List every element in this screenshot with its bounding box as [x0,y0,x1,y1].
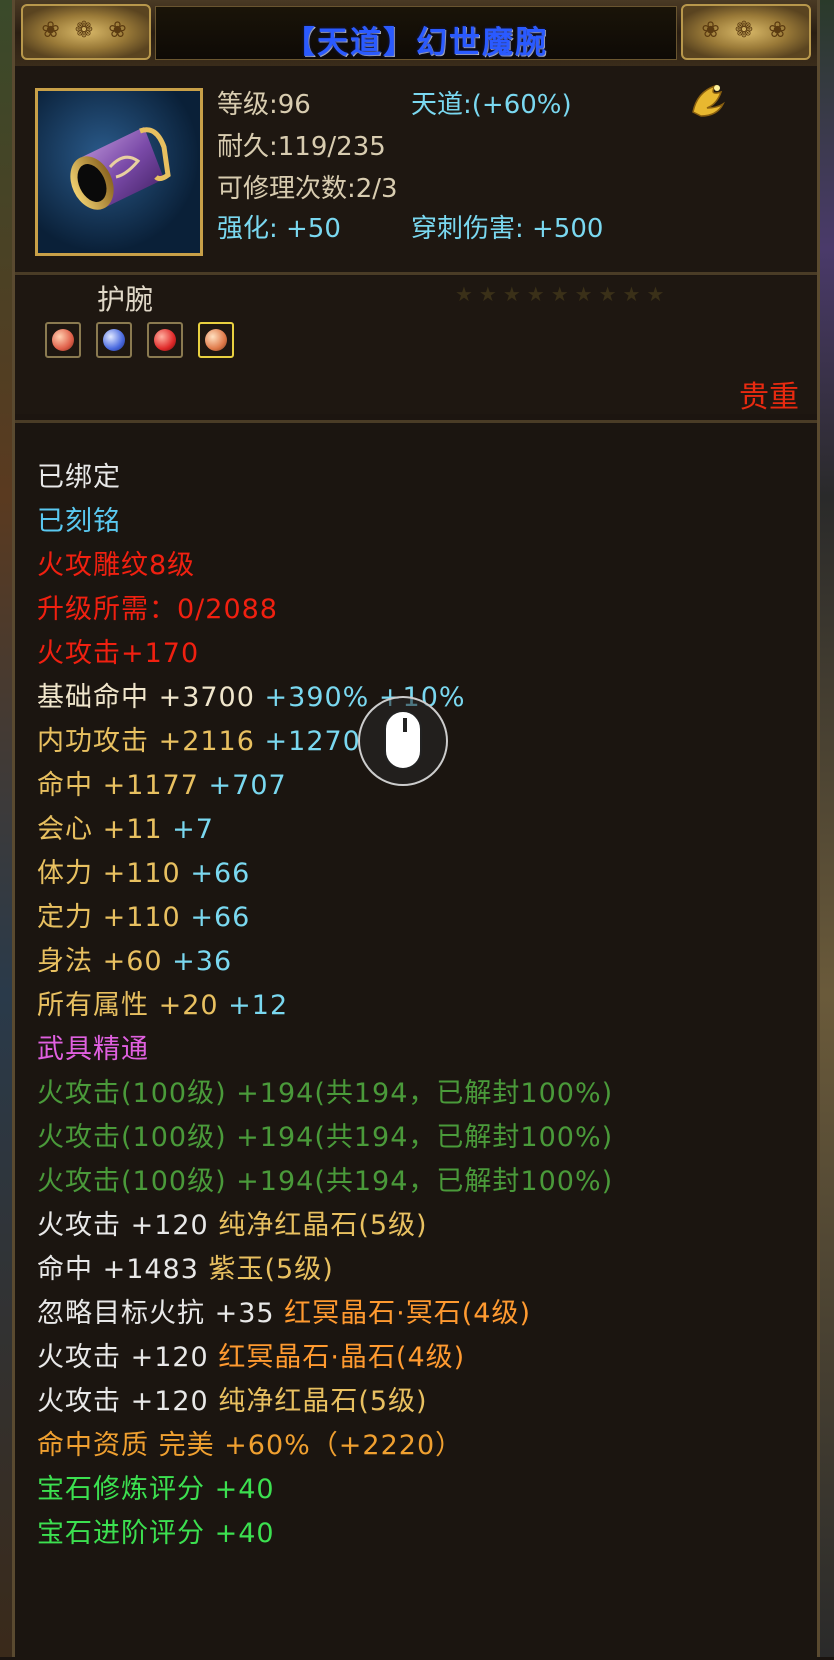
precious-tag: 贵重 [739,380,799,415]
wristguard-icon [70,127,171,210]
crit-bonus: +7 [172,814,214,845]
all-attributes: 所有属性 +20 [37,990,219,1021]
gem-1-stat: 火攻击 +120 [37,1210,209,1241]
item-type-section: 护腕 ★★★★★★★★★ 贵重 [15,276,817,415]
durability: 耐久:119/235 [217,132,386,162]
item-icon-frame[interactable] [35,88,203,256]
tooltip-title-bar: 【天道】幻世魔腕 [15,0,817,68]
pierce-damage: 穿刺伤害: +500 [411,214,604,244]
tiandao-bonus: 天道:(+60%) [411,90,572,120]
gem-slots [45,322,244,362]
inner-attack-bonus: +1270 [264,726,361,757]
gem-3-stat: 忽略目标火抗 +35 [37,1298,275,1329]
mouse-cursor-icon [358,696,448,786]
star-rating: ★★★★★★★★★ [455,282,671,306]
focus: 定力 +110 [37,902,181,933]
title-frame: 【天道】幻世魔腕 [155,6,677,62]
engraved-status: 已刻铭 [37,506,121,537]
header-divider [15,272,817,275]
all-attributes-row: 所有属性 +20 +12 [37,983,288,1022]
item-level: 等级:96 [217,90,311,120]
stamina-bonus: +66 [190,858,251,889]
gold-emblem-icon [692,84,725,117]
stamina: 体力 +110 [37,858,181,889]
gem-line-5: 火攻击 +120 纯净红晶石(5级) [37,1379,428,1418]
item-name: 幻世魔腕 [416,25,548,61]
focus-row: 定力 +110 +66 [37,895,250,934]
tattoo-fire-attack: 火攻击+170 [37,638,200,669]
gem-5-stat: 火攻击 +120 [37,1386,209,1417]
gem-line-3: 忽略目标火抗 +35 红冥晶石·冥石(4级) [37,1291,531,1330]
hit-row: 命中 +1177 +707 [37,763,287,802]
stamina-row: 体力 +110 +66 [37,851,250,890]
item-header: 等级:96 天道:(+60%) 耐久:119/235 可修理次数:2/3 强化:… [15,66,817,274]
inner-attack: 内功攻击 +2116 [37,726,255,757]
agility-bonus: +36 [172,946,233,977]
gem-slot-2[interactable] [96,322,133,358]
enhance-level: 强化: +50 [217,214,341,244]
gem-advance-score: 宝石进阶评分 +40 [37,1518,275,1549]
agility: 身法 +60 [37,946,163,977]
gem-slot-3[interactable] [147,322,184,358]
gem-slot-1[interactable] [45,322,81,358]
focus-bonus: +66 [190,902,251,933]
repair-count: 可修理次数:2/3 [217,174,398,204]
inner-attack-row: 内功攻击 +2116 +1270 [37,719,361,758]
item-type: 护腕 [97,283,154,316]
agility-row: 身法 +60 +36 [37,939,232,978]
upgrade-requirement: 升级所需：0/2088 [37,594,278,625]
fire-tattoo-level: 火攻雕纹8级 [37,550,196,581]
gem-4-name: 红冥晶石·晶石(4级) [218,1342,466,1373]
weapon-mastery-header: 武具精通 [37,1034,149,1065]
gem-1-name: 纯净红晶石(5级) [218,1210,428,1241]
base-hit-bonus: +390% +10% [264,682,466,713]
crit: 会心 +11 [37,814,163,845]
title-ornament-left [21,4,151,60]
all-attributes-bonus: +12 [228,990,289,1021]
hit-aptitude: 命中资质 完美 +60%（+2220） [37,1430,464,1461]
hit: 命中 +1177 [37,770,199,801]
gem-refine-score: 宝石修炼评分 +40 [37,1474,275,1505]
gem-line-4: 火攻击 +120 红冥晶石·晶石(4级) [37,1335,465,1374]
base-hit: 基础命中 +3700 [37,682,255,713]
mastery-line-1: 火攻击(100级) +194(共194，已解封100%) [37,1078,614,1109]
gem-3-name: 红冥晶石·冥石(4级) [284,1298,531,1329]
gem-line-1: 火攻击 +120 纯净红晶石(5级) [37,1203,428,1242]
gem-4-stat: 火攻击 +120 [37,1342,209,1373]
item-tooltip: 【天道】幻世魔腕 等级:96 [12,0,820,1660]
mastery-line-2: 火攻击(100级) +194(共194，已解封100%) [37,1122,614,1153]
gem-slot-4[interactable] [198,322,235,358]
title-ornament-right [681,4,811,60]
item-grade: 【天道】 [284,25,416,61]
attribute-list: 已绑定 已刻铭 火攻雕纹8级 升级所需：0/2088 火攻击+170 基础命中 … [15,420,817,1660]
mastery-line-3: 火攻击(100级) +194(共194，已解封100%) [37,1166,614,1197]
bound-status: 已绑定 [37,462,121,493]
gem-line-2: 命中 +1483 紫玉(5级) [37,1247,334,1286]
hit-bonus: +707 [208,770,287,801]
item-title: 【天道】幻世魔腕 [156,17,676,62]
gem-5-name: 纯净红晶石(5级) [218,1386,428,1417]
gem-2-stat: 命中 +1483 [37,1254,199,1285]
crit-row: 会心 +11 +7 [37,807,214,846]
gem-2-name: 紫玉(5级) [208,1254,334,1285]
